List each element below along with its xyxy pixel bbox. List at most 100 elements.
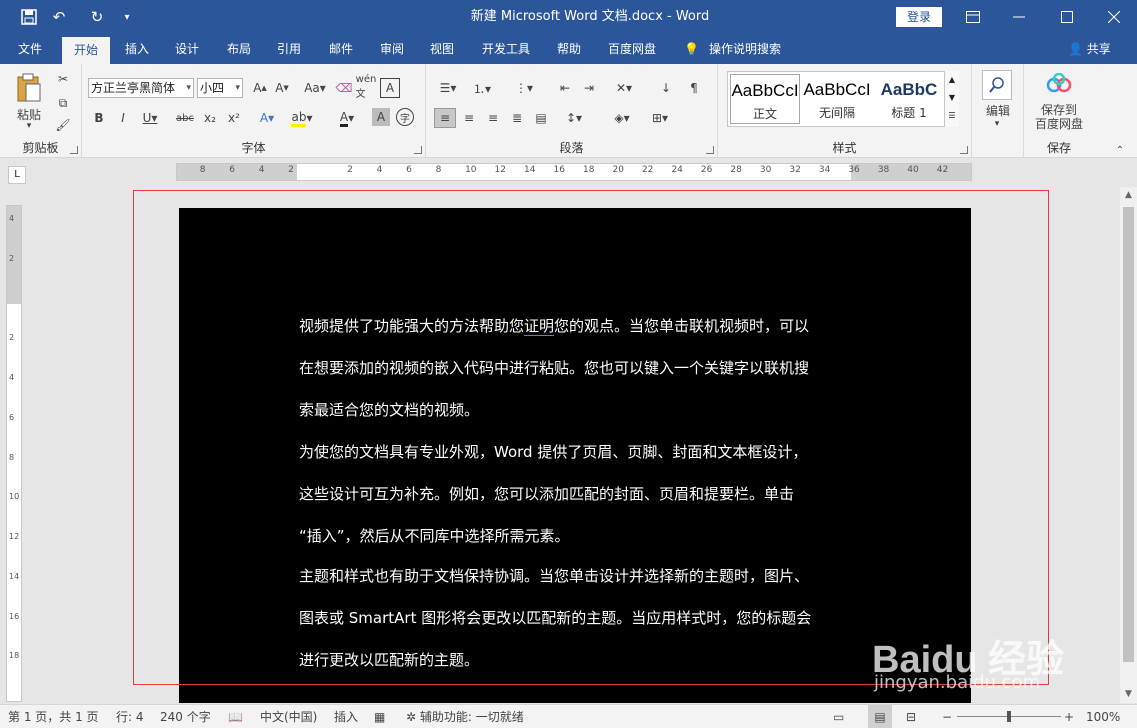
accessibility-status[interactable]: ✲ 辅助功能: 一切就绪	[406, 705, 524, 728]
asian-layout-icon[interactable]: ✕▾	[610, 78, 638, 98]
print-layout-icon[interactable]: ▤	[868, 705, 892, 728]
chevron-up-icon[interactable]: ▲	[945, 71, 959, 89]
chevron-down-icon[interactable]: ▼	[945, 89, 959, 107]
styles-gallery-scroll[interactable]: ▲ ▼ ☰	[944, 71, 959, 127]
style-item-heading-1[interactable]: AaBbC 标题 1	[874, 74, 944, 124]
login-button[interactable]: 登录	[896, 7, 942, 27]
cut-icon[interactable]: ✂	[54, 70, 72, 88]
tab-view[interactable]: 视图	[421, 34, 463, 64]
vertical-ruler[interactable]: 4 2 2 4 6 8 10 12 14 16 18	[6, 205, 22, 702]
web-layout-icon[interactable]: ⊟	[906, 705, 916, 728]
tab-references[interactable]: 引用	[268, 34, 310, 64]
tab-baidu-netdisk[interactable]: 百度网盘	[600, 34, 664, 64]
scroll-up-icon[interactable]: ▲	[1120, 187, 1137, 204]
zoom-in-icon[interactable]: +	[1064, 705, 1074, 728]
increase-indent-icon[interactable]: ⇥	[578, 78, 600, 98]
read-mode-icon[interactable]: ▭	[833, 705, 844, 728]
clipboard-launcher-icon[interactable]	[70, 146, 78, 154]
zoom-level[interactable]: 100%	[1086, 705, 1120, 728]
tab-mailings[interactable]: 邮件	[320, 34, 362, 64]
tab-design[interactable]: 设计	[166, 34, 208, 64]
paragraph-3[interactable]: 主题和样式也有助于文档保持协调。当您单击设计并选择新的主题时，图片、 图表或 S…	[299, 555, 859, 681]
insert-mode[interactable]: 插入	[334, 705, 358, 728]
clear-formatting-icon[interactable]: ⌫	[334, 78, 354, 98]
maximize-icon[interactable]	[1044, 0, 1090, 34]
share-button[interactable]: 👤 共享	[1068, 34, 1111, 64]
tell-me-search[interactable]: 💡 操作说明搜索	[684, 34, 781, 64]
style-item-no-spacing[interactable]: AaBbCcI 无间隔	[802, 74, 872, 124]
show-marks-icon[interactable]: ¶	[684, 78, 704, 98]
save-icon[interactable]	[14, 0, 44, 34]
styles-launcher-icon[interactable]	[960, 146, 968, 154]
paste-icon[interactable]	[12, 72, 46, 104]
chevron-down-icon[interactable]: ▾	[990, 118, 1004, 130]
tab-selector-icon[interactable]: L	[8, 166, 26, 184]
paste-dropdown-icon[interactable]: ▾	[22, 120, 36, 132]
page-count[interactable]: 第 1 页，共 1 页	[8, 705, 99, 728]
text-effects-icon[interactable]: A▾	[254, 108, 280, 128]
borders-icon[interactable]: ⊞▾	[646, 108, 674, 128]
character-border-icon[interactable]: A	[380, 78, 400, 98]
shading-icon[interactable]: ◈▾	[608, 108, 636, 128]
customize-icon[interactable]: ▾	[112, 0, 142, 34]
vertical-scrollbar[interactable]: ▲ ▼	[1120, 187, 1137, 703]
paragraph-2[interactable]: 为使您的文档具有专业外观，Word 提供了页眉、页脚、封面和文本框设计， 这些设…	[299, 431, 859, 557]
superscript-icon[interactable]: x²	[224, 108, 244, 128]
scroll-thumb[interactable]	[1123, 207, 1134, 662]
language[interactable]: 中文(中国)	[260, 705, 317, 728]
decrease-indent-icon[interactable]: ⇤	[554, 78, 576, 98]
line-number[interactable]: 行: 4	[116, 705, 144, 728]
baidu-netdisk-icon[interactable]	[1044, 72, 1074, 96]
bold-icon[interactable]: B	[90, 108, 108, 128]
tab-help[interactable]: 帮助	[548, 34, 590, 64]
ribbon-display-icon[interactable]	[950, 0, 996, 34]
redo-icon[interactable]: ↻	[82, 0, 112, 34]
collapse-ribbon-icon[interactable]: ⌃	[1112, 144, 1128, 156]
zoom-out-icon[interactable]: −	[942, 705, 952, 728]
search-icon[interactable]	[982, 70, 1012, 100]
tab-file[interactable]: 文件	[8, 34, 52, 64]
close-icon[interactable]	[1091, 0, 1137, 34]
justify-icon[interactable]: ≣	[506, 108, 528, 128]
numbering-icon[interactable]: ⒈▾	[468, 78, 496, 98]
sort-icon[interactable]: ↓	[656, 78, 676, 98]
more-styles-icon[interactable]: ☰	[945, 107, 959, 125]
proofing-icon[interactable]: 📖	[228, 705, 243, 728]
macro-icon[interactable]: ▦	[374, 705, 385, 728]
copy-icon[interactable]: ⧉	[54, 94, 72, 112]
underline-icon[interactable]: U▾	[138, 108, 162, 128]
tab-layout[interactable]: 布局	[218, 34, 260, 64]
style-item-normal[interactable]: AaBbCcI 正文	[730, 74, 800, 124]
character-shading-icon[interactable]: A	[372, 108, 390, 126]
save-to-netdisk-line2[interactable]: 百度网盘	[1028, 116, 1090, 131]
grow-font-icon[interactable]: A ▲	[250, 78, 270, 98]
paragraph-1[interactable]: 视频提供了功能强大的方法帮助您证明您的观点。当您单击联机视频时，可以 在想要添加…	[299, 305, 859, 431]
line-spacing-icon[interactable]: ↕▾	[560, 108, 588, 128]
tab-review[interactable]: 审阅	[371, 34, 413, 64]
distributed-icon[interactable]: ▤	[530, 108, 552, 128]
word-count[interactable]: 240 个字	[160, 705, 211, 728]
subscript-icon[interactable]: x₂	[200, 108, 220, 128]
format-painter-icon[interactable]: 🖌	[54, 116, 72, 134]
tab-insert[interactable]: 插入	[116, 34, 158, 64]
paragraph-launcher-icon[interactable]	[706, 146, 714, 154]
minimize-icon[interactable]	[996, 0, 1042, 34]
align-right-icon[interactable]: ≡	[482, 108, 504, 128]
shrink-font-icon[interactable]: A ▼	[272, 78, 292, 98]
align-left-icon[interactable]: ≡	[434, 108, 456, 128]
bullets-icon[interactable]: ☰▾	[434, 78, 462, 98]
font-launcher-icon[interactable]	[414, 146, 422, 154]
align-center-icon[interactable]: ≡	[458, 108, 480, 128]
editing-button[interactable]: 编辑	[976, 102, 1020, 118]
document-page[interactable]: 视频提供了功能强大的方法帮助您证明您的观点。当您单击联机视频时，可以 在想要添加…	[179, 208, 971, 703]
zoom-slider-thumb[interactable]	[1007, 711, 1011, 722]
font-color-icon[interactable]: A ▾	[334, 108, 360, 128]
phonetic-guide-icon[interactable]: wén 文	[354, 74, 378, 100]
scroll-down-icon[interactable]: ▼	[1120, 686, 1137, 703]
highlight-color-icon[interactable]: ab ▾	[288, 108, 316, 128]
italic-icon[interactable]: I	[114, 108, 132, 128]
undo-icon[interactable]: ↶	[44, 0, 74, 34]
change-case-icon[interactable]: Aa▾	[302, 78, 328, 98]
strikethrough-icon[interactable]: abc	[174, 108, 196, 128]
font-name-combo[interactable]: 方正兰亭黑简体 ▾	[88, 78, 194, 98]
